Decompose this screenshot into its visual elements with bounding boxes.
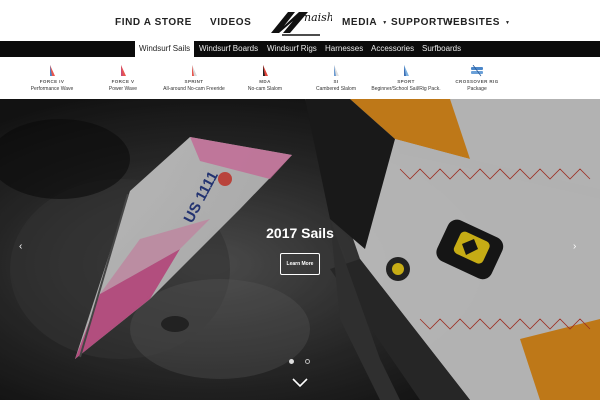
nav-websites[interactable]: WEBSITES ▼ [443,17,511,28]
nav-media-label: MEDIA [342,17,378,28]
category-windsurf-boards[interactable]: Windsurf Boards [195,41,262,57]
category-harnesses[interactable]: Harnesses [321,41,367,57]
hero-title: 2017 Sails [266,225,334,241]
hero-image: US 1111 [0,99,600,400]
product-name: FORCE V [111,79,135,84]
sail-icon [50,65,55,76]
product-si[interactable]: SI Cambered Slalom [296,57,376,99]
product-description: Package [467,86,487,92]
brand-wordmark: naish [304,11,332,24]
product-description: Beginner/School Sail/Rig Pack. [371,86,441,92]
learn-more-button[interactable]: Learn More [280,253,320,275]
product-description: Performance Wave [30,86,74,92]
caret-down-icon: ▼ [505,20,511,26]
product-description: All-around No-cam Freeride [163,86,225,92]
sail-icon [334,65,339,76]
product-description: No-cam Slalom [247,86,283,92]
slide-dot-2[interactable] [305,359,310,364]
caret-down-icon: ▼ [382,20,388,26]
product-force-iv[interactable]: FORCE IV Performance Wave [12,57,92,99]
category-windsurf-sails[interactable]: Windsurf Sails [135,41,195,57]
top-navigation: FIND A STORE VIDEOS naish MEDIA ▼ SUPPORT… [0,0,600,41]
product-name: SI [333,79,339,84]
product-force-v[interactable]: FORCE V Power Wave [83,57,163,99]
sail-icon [263,65,268,76]
product-crossover-rig[interactable]: CROSSOVER RIG Package [437,57,517,99]
sail-icon [121,65,126,76]
category-bar: Windsurf Sails Windsurf Boards Windsurf … [0,41,600,57]
category-surfboards[interactable]: Surfboards [418,41,465,57]
chevron-left-icon[interactable]: ‹ [19,241,22,252]
sail-icon [192,65,197,76]
product-name: SPORT [397,79,415,84]
product-name: CROSSOVER RIG [455,79,499,84]
product-name: MDA [259,79,271,84]
hero-slider: US 1111 2017 Sails Learn More ‹ › [0,99,600,400]
naish-logo[interactable]: naish [268,6,332,38]
nav-videos[interactable]: VIDEOS [210,17,251,28]
nav-media[interactable]: MEDIA ▼ [342,17,388,28]
nav-support-label: SUPPORT [391,17,444,28]
product-sport[interactable]: SPORT Beginner/School Sail/Rig Pack. [366,57,446,99]
category-windsurf-rigs[interactable]: Windsurf Rigs [263,41,321,57]
nav-find-a-store[interactable]: FIND A STORE [115,17,192,28]
product-description: Cambered Slalom [315,86,357,92]
nav-websites-label: WEBSITES [443,17,501,28]
product-name: SPRINT [184,79,204,84]
product-mda[interactable]: MDA No-cam Slalom [225,57,305,99]
category-accessories[interactable]: Accessories [367,41,418,57]
product-description: Power Wave [108,86,138,92]
chevron-right-icon[interactable]: › [573,241,576,252]
product-strip: FORCE IV Performance Wave FORCE V Power … [0,57,600,99]
sail-icon [404,65,409,76]
chevron-down-icon[interactable] [291,377,309,389]
slide-dot-1[interactable] [289,359,294,364]
product-name: FORCE IV [39,79,65,84]
product-sprint[interactable]: SPRINT All-around No-cam Freeride [154,57,234,99]
rig-package-icon [471,65,483,77]
